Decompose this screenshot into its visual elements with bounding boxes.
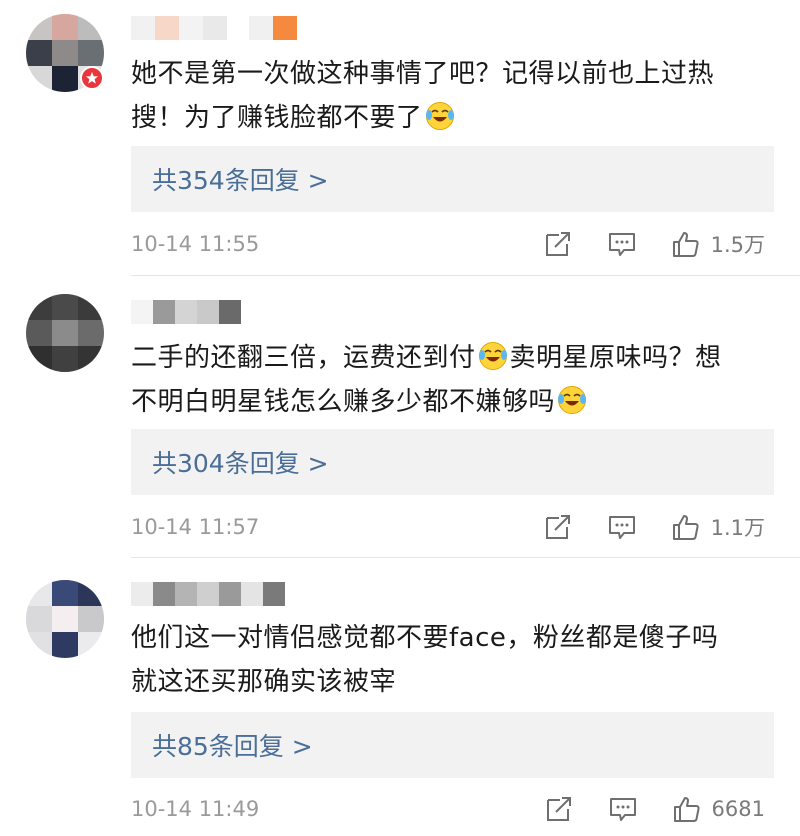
like-count: 1.5万 — [710, 233, 765, 257]
comment-icon[interactable] — [607, 512, 637, 542]
comment-item: 二手的还翻三倍，运费还到付 卖明星原味吗？想 不明白明星钱怎么赚多少都不嫌够吗 共… — [0, 276, 800, 558]
vip-badge-icon — [80, 66, 104, 90]
timestamp: 10-14 11:55 — [131, 232, 260, 256]
reply-count-label: 共85条回复 > — [152, 732, 313, 761]
comment-text-line: 二手的还翻三倍，运费还到付 — [131, 343, 476, 373]
view-replies-button[interactable]: 共304条回复 > — [131, 429, 774, 495]
avatar[interactable] — [26, 580, 104, 658]
view-replies-button[interactable]: 共85条回复 > — [131, 712, 774, 778]
comment-text-line: 他们这一对情侣感觉都不要face，粉丝都是傻子吗 — [131, 623, 719, 653]
comment-item: 他们这一对情侣感觉都不要face，粉丝都是傻子吗 就这还买那确实该被宰 共85条… — [0, 558, 800, 836]
avatar[interactable] — [26, 294, 104, 372]
reply-count-label: 共354条回复 > — [152, 166, 329, 195]
like-count: 1.1万 — [710, 516, 765, 540]
laughing-crying-emoji-icon — [425, 101, 455, 131]
like-count: 6681 — [711, 797, 765, 821]
comment-icon[interactable] — [607, 229, 637, 259]
comment-text-line: 不明白明星钱怎么赚多少都不嫌够吗 — [131, 387, 556, 417]
comment-actions: 6681 — [544, 791, 765, 827]
thumbs-up-icon — [671, 512, 701, 542]
laughing-crying-emoji-icon — [557, 385, 587, 415]
comment-text-line: 就这还买那确实该被宰 — [131, 667, 397, 697]
comment-meta: 10-14 11:57 1.1万 — [131, 509, 781, 545]
comment-text: 他们这一对情侣感觉都不要face，粉丝都是傻子吗 就这还买那确实该被宰 — [131, 616, 781, 704]
username-redacted[interactable] — [131, 16, 297, 44]
like-button[interactable]: 6681 — [672, 794, 765, 824]
share-icon[interactable] — [543, 229, 573, 259]
comment-text-line: 搜！为了赚钱脸都不要了 — [131, 103, 423, 133]
comment-text-line: 她不是第一次做这种事情了吧？记得以前也上过热 — [131, 59, 715, 89]
comment-text-line: 卖明星原味吗？想 — [509, 343, 722, 373]
username-redacted[interactable] — [131, 582, 285, 610]
laughing-crying-emoji-icon — [478, 341, 508, 371]
thumbs-up-icon — [671, 229, 701, 259]
comment-meta: 10-14 11:49 6681 — [131, 791, 781, 827]
view-replies-button[interactable]: 共354条回复 > — [131, 146, 774, 212]
comment-text: 她不是第一次做这种事情了吧？记得以前也上过热 搜！为了赚钱脸都不要了 — [131, 52, 781, 140]
reply-count-label: 共304条回复 > — [152, 449, 329, 478]
comment-icon[interactable] — [608, 794, 638, 824]
like-button[interactable]: 1.5万 — [671, 229, 765, 259]
timestamp: 10-14 11:57 — [131, 515, 260, 539]
thumbs-up-icon — [672, 794, 702, 824]
comment-actions: 1.5万 — [543, 226, 765, 262]
username-redacted[interactable] — [131, 300, 241, 328]
share-icon[interactable] — [543, 512, 573, 542]
share-icon[interactable] — [544, 794, 574, 824]
timestamp: 10-14 11:49 — [131, 797, 260, 821]
comment-actions: 1.1万 — [543, 509, 765, 545]
comment-text: 二手的还翻三倍，运费还到付 卖明星原味吗？想 不明白明星钱怎么赚多少都不嫌够吗 — [131, 336, 781, 424]
like-button[interactable]: 1.1万 — [671, 512, 765, 542]
comment-meta: 10-14 11:55 1.5万 — [131, 226, 781, 262]
comment-item: 她不是第一次做这种事情了吧？记得以前也上过热 搜！为了赚钱脸都不要了 共354条… — [0, 0, 800, 276]
